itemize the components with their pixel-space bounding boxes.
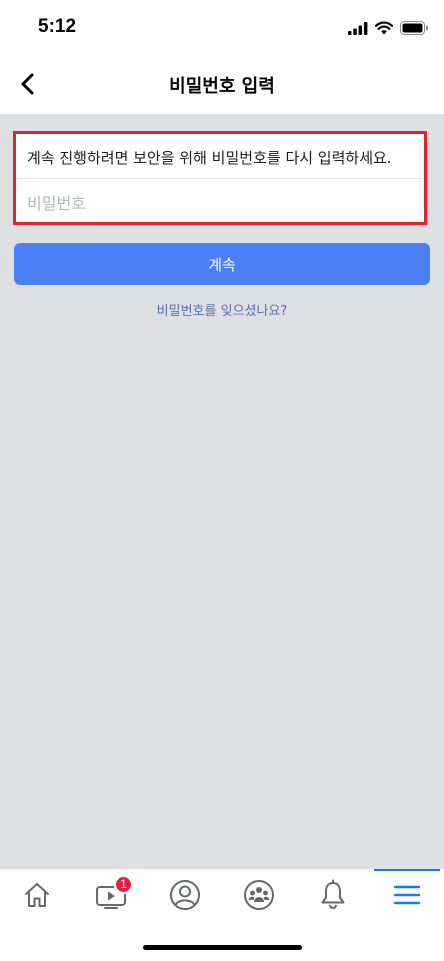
- password-input[interactable]: [27, 191, 407, 215]
- home-indicator: [143, 945, 302, 950]
- notification-badge: 1: [114, 875, 133, 894]
- battery-icon: [400, 21, 428, 35]
- page-title: 비밀번호 입력: [169, 76, 275, 97]
- divider: [16, 178, 424, 179]
- tab-watch[interactable]: 1: [74, 869, 148, 921]
- wifi-icon: [375, 21, 393, 35]
- groups-icon: [244, 880, 274, 910]
- tab-menu[interactable]: [370, 869, 444, 921]
- menu-icon: [393, 885, 421, 905]
- tab-profile[interactable]: [148, 869, 222, 921]
- status-time: 5:12: [38, 16, 77, 37]
- status-icons: [348, 18, 428, 38]
- signal-icon: [348, 21, 368, 35]
- instruction-text: 계속 진행하려면 보안을 위해 비밀번호를 다시 입력하세요.: [27, 149, 392, 167]
- status-bar: 5:12: [0, 0, 444, 56]
- tab-notifications[interactable]: [296, 869, 370, 921]
- bottom-tab-bar: 1: [0, 869, 444, 961]
- tab-groups[interactable]: [222, 869, 296, 921]
- continue-button[interactable]: 계속: [14, 243, 430, 285]
- password-form-card: 계속 진행하려면 보안을 위해 비밀번호를 다시 입력하세요.: [13, 131, 427, 225]
- header: 비밀번호 입력: [0, 56, 444, 114]
- profile-icon: [170, 880, 200, 910]
- bell-icon: [321, 879, 345, 909]
- forgot-password-link[interactable]: 비밀번호를 잊으셨나요?: [0, 300, 444, 319]
- home-icon: [25, 883, 49, 907]
- tab-home[interactable]: [0, 869, 74, 921]
